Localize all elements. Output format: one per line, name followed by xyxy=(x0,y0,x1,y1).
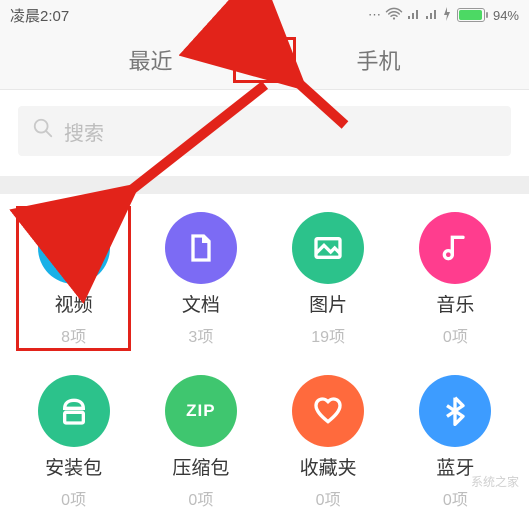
category-count: 19项 xyxy=(311,323,345,347)
category-count: 8项 xyxy=(61,323,86,347)
wifi-icon xyxy=(385,7,403,24)
bluetooth-icon xyxy=(419,375,491,447)
status-bar: 凌晨2:07 ⋯ 94% xyxy=(0,0,529,30)
battery-percent: 94% xyxy=(493,8,519,23)
search-input[interactable]: 搜索 xyxy=(18,106,511,156)
more-icon: ⋯ xyxy=(368,7,381,23)
top-tabs: 最近 分类 手机 xyxy=(0,30,529,90)
category-label: 安装包 xyxy=(45,453,102,480)
category-count: 0项 xyxy=(443,323,468,347)
category-fav[interactable]: 收藏夹 0项 xyxy=(265,375,392,510)
category-zip[interactable]: ZIP 压缩包 0项 xyxy=(137,375,264,510)
category-video[interactable]: 视频 8项 xyxy=(10,212,137,347)
category-count: 3项 xyxy=(188,323,213,347)
category-label: 压缩包 xyxy=(172,453,229,480)
category-label: 音乐 xyxy=(436,290,474,317)
status-icons: ⋯ 94% xyxy=(368,7,519,24)
watermark: 系统之家 xyxy=(471,473,519,490)
category-doc[interactable]: 文档 3项 xyxy=(137,212,264,347)
category-label: 图片 xyxy=(309,290,347,317)
category-music[interactable]: 音乐 0项 xyxy=(392,212,519,347)
zip-icon: ZIP xyxy=(165,375,237,447)
search-icon xyxy=(32,117,54,145)
category-count: 0项 xyxy=(316,486,341,510)
signal-icon-2 xyxy=(425,8,439,23)
search-section: 搜索 xyxy=(0,90,529,176)
file-icon xyxy=(165,212,237,284)
music-icon xyxy=(419,212,491,284)
battery-icon xyxy=(457,8,485,22)
play-icon xyxy=(38,212,110,284)
search-placeholder: 搜索 xyxy=(64,117,104,146)
tab-phone[interactable]: 手机 xyxy=(351,40,407,80)
tab-category[interactable]: 分类 xyxy=(233,37,295,83)
category-label: 视频 xyxy=(55,290,93,317)
category-count: 0项 xyxy=(188,486,213,510)
image-icon xyxy=(292,212,364,284)
android-icon xyxy=(38,375,110,447)
status-time: 凌晨2:07 xyxy=(10,5,69,26)
tab-recent[interactable]: 最近 xyxy=(122,40,178,80)
category-count: 0项 xyxy=(443,486,468,510)
charging-icon xyxy=(443,7,451,24)
category-label: 文档 xyxy=(182,290,220,317)
section-divider xyxy=(0,176,529,194)
signal-icon xyxy=(407,8,421,23)
category-count: 0项 xyxy=(61,486,86,510)
category-grid: 视频 8项 文档 3项 图片 19项 音乐 0项 安装包 0项 ZIP 压缩包 xyxy=(0,194,529,520)
heart-icon xyxy=(292,375,364,447)
category-label: 收藏夹 xyxy=(300,453,357,480)
category-label: 蓝牙 xyxy=(436,453,474,480)
category-image[interactable]: 图片 19项 xyxy=(265,212,392,347)
category-apk[interactable]: 安装包 0项 xyxy=(10,375,137,510)
